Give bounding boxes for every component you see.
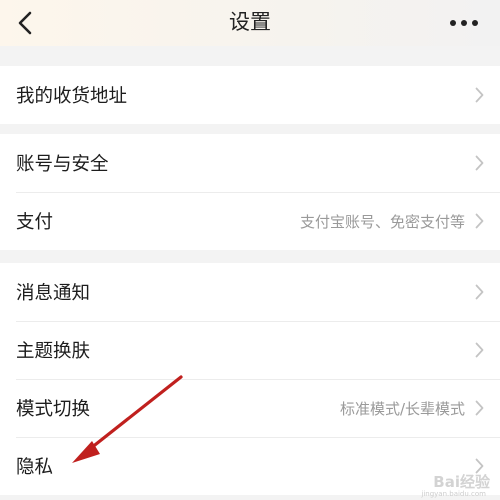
row-shipping-address[interactable]: 我的收货地址 (0, 66, 500, 124)
settings-group-general: 消息通知 主题换肤 模式切换 标准模式/长辈模式 隐私 (0, 263, 500, 495)
more-button[interactable] (442, 10, 486, 36)
top-bar: 设置 (0, 0, 500, 46)
row-label: 模式切换 (16, 399, 91, 420)
chevron-right-icon (475, 87, 484, 103)
row-label: 消息通知 (16, 283, 91, 304)
chevron-right-icon (475, 213, 484, 229)
chevron-right-icon (475, 400, 484, 416)
chevron-right-icon (475, 284, 484, 300)
row-notifications[interactable]: 消息通知 (0, 263, 500, 321)
watermark-logo: Bai经验 (433, 473, 490, 491)
chevron-right-icon (475, 155, 484, 171)
row-mode-switch[interactable]: 模式切换 标准模式/长辈模式 (0, 379, 500, 437)
row-label: 主题换肤 (16, 341, 91, 362)
watermark-url: jingyan.baidu.com (421, 490, 486, 498)
row-value: 标准模式/长辈模式 (339, 399, 465, 418)
chevron-right-icon (475, 342, 484, 358)
settings-group-address: 我的收货地址 (0, 66, 500, 124)
row-payment[interactable]: 支付 支付宝账号、免密支付等 (0, 192, 500, 250)
row-label: 我的收货地址 (16, 86, 128, 107)
row-privacy[interactable]: 隐私 (0, 437, 500, 495)
row-theme-skin[interactable]: 主题换肤 (0, 321, 500, 379)
back-button[interactable] (6, 4, 44, 42)
row-label: 账号与安全 (16, 154, 109, 175)
row-label: 支付 (16, 212, 54, 233)
settings-group-account: 账号与安全 支付 支付宝账号、免密支付等 (0, 134, 500, 250)
chevron-left-icon (18, 11, 32, 35)
more-dots-icon (450, 20, 478, 26)
row-label: 隐私 (16, 457, 54, 478)
row-value: 支付宝账号、免密支付等 (299, 212, 465, 231)
row-account-security[interactable]: 账号与安全 (0, 134, 500, 192)
page-title: 设置 (229, 10, 271, 34)
